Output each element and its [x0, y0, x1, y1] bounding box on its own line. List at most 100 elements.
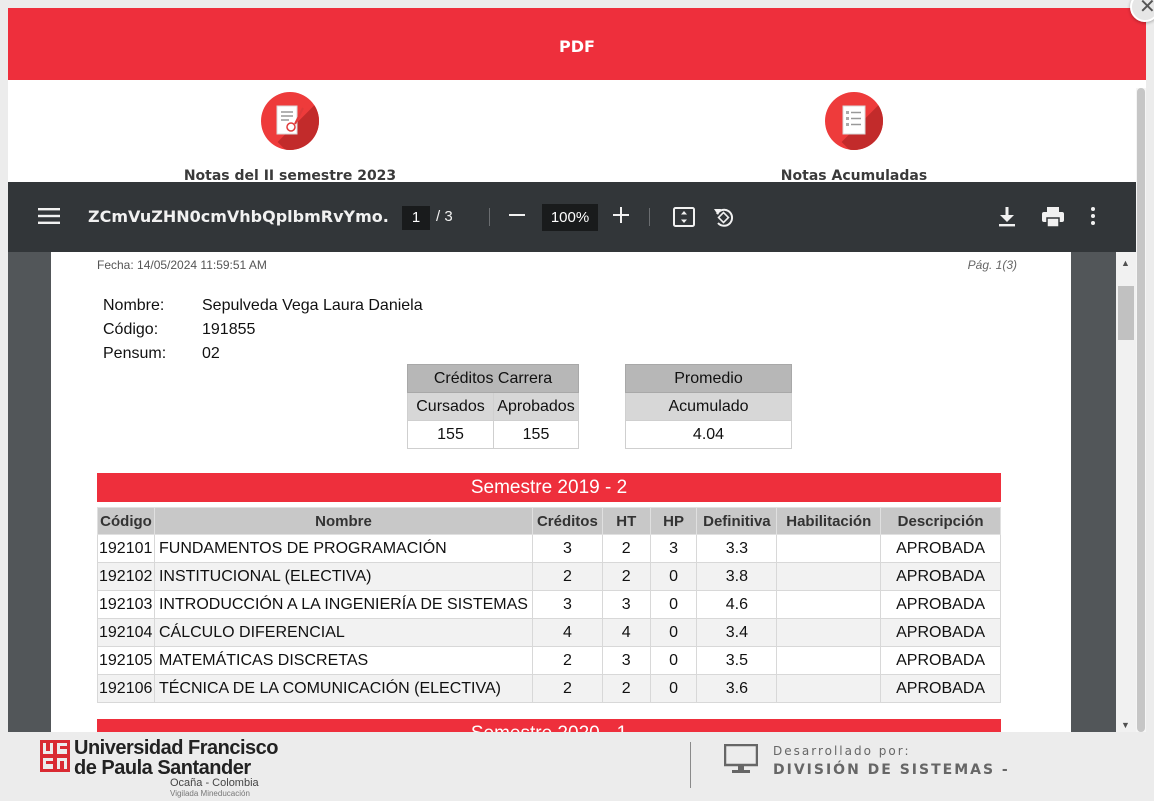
cell-codigo: 192102 — [97, 562, 155, 591]
modal-scrollbar[interactable] — [1136, 88, 1146, 732]
footer-divider — [690, 742, 691, 788]
fit-page-icon[interactable] — [672, 206, 696, 233]
university-name: Universidad Francisco de Paula Santander… — [74, 737, 279, 798]
col-ht: HT — [601, 507, 651, 535]
cell-nombre: FUNDAMENTOS DE PROGRAMACIÓN — [153, 534, 533, 563]
cell-hp: 0 — [649, 562, 698, 591]
more-options-icon[interactable] — [1090, 206, 1096, 231]
page-background: PDF Notas del II semestre 2023 Notas Acu… — [0, 0, 1154, 801]
col-habilitacion: Habilitación — [776, 507, 882, 535]
cursados-label: Cursados — [407, 392, 494, 421]
cell-nombre: TÉCNICA DE LA COMUNICACIÓN (ELECTIVA) — [153, 674, 533, 703]
cell-creditos: 2 — [531, 646, 603, 675]
report-options: Notas del II semestre 2023 Notas Acumula… — [8, 80, 1146, 184]
info-row-nombre: Nombre: Sepulveda Vega Laura Daniela — [103, 297, 423, 321]
university-line2: de Paula Santander — [74, 757, 251, 779]
scroll-up-icon[interactable]: ▲ — [1121, 258, 1130, 268]
pdf-scrollbar[interactable]: ▲ ▼ — [1116, 252, 1136, 732]
cell-descripcion: APROBADA — [880, 646, 1001, 675]
cell-habilitacion — [776, 534, 882, 563]
info-label: Código: — [103, 321, 159, 338]
cell-codigo: 192106 — [97, 674, 155, 703]
col-descripcion: Descripción — [880, 507, 1001, 535]
option-notas-acumuladas[interactable]: Notas Acumuladas — [744, 92, 964, 184]
cell-descripcion: APROBADA — [880, 562, 1001, 591]
next-semester-title: Semestre 2020 - 1 — [97, 719, 1001, 732]
document-certificate-icon[interactable] — [261, 92, 319, 150]
modal-title: PDF — [559, 37, 595, 56]
total-pages: / 3 — [436, 208, 453, 225]
rotate-icon[interactable] — [711, 205, 735, 234]
col-creditos: Créditos — [531, 507, 603, 535]
cell-codigo: 192103 — [97, 590, 155, 619]
cell-definitiva: 3.3 — [696, 534, 778, 563]
pdf-page: Fecha: 14/05/2024 11:59:51 AM Pág. 1(3) … — [51, 252, 1071, 732]
pdf-toolbar: ZCmVuZHN0cmVhbQplbmRvYmo... 1 / 3 100% — [8, 182, 1146, 252]
download-icon[interactable] — [996, 206, 1018, 233]
cell-nombre: CÁLCULO DIFERENCIAL — [153, 618, 533, 647]
report-date: Fecha: 14/05/2024 11:59:51 AM — [97, 258, 267, 272]
cell-ht: 3 — [601, 646, 651, 675]
cell-creditos: 2 — [531, 562, 603, 591]
developed-by-label: Desarrollado por: — [773, 744, 911, 758]
cell-descripcion: APROBADA — [880, 534, 1001, 563]
info-label: Pensum: — [103, 345, 167, 362]
cell-definitiva: 3.6 — [696, 674, 778, 703]
cell-creditos: 3 — [531, 590, 603, 619]
cell-codigo: 192101 — [97, 534, 155, 563]
monitor-icon — [723, 743, 759, 779]
info-row-pensum: Pensum: 02 — [103, 345, 423, 369]
cell-hp: 0 — [649, 646, 698, 675]
pdf-file-name: ZCmVuZHN0cmVhbQplbmRvYmo... — [88, 207, 388, 226]
checklist-document-icon[interactable] — [825, 92, 883, 150]
table-row: 192103 INTRODUCCIÓN A LA INGENIERÍA DE S… — [97, 590, 1001, 619]
cell-hp: 0 — [649, 618, 698, 647]
toolbar-divider — [489, 208, 490, 226]
zoom-level-input[interactable]: 100% — [542, 204, 598, 231]
cell-descripcion: APROBADA — [880, 674, 1001, 703]
student-code: 191855 — [202, 321, 256, 338]
cell-hp: 3 — [649, 534, 698, 563]
creditos-table: Créditos Carrera Cursados Aprobados 155 … — [407, 364, 579, 449]
menu-icon[interactable] — [38, 207, 60, 230]
cell-habilitacion — [776, 646, 882, 675]
cell-ht: 2 — [601, 534, 651, 563]
scroll-down-icon[interactable]: ▼ — [1121, 720, 1130, 730]
cell-definitiva: 3.8 — [696, 562, 778, 591]
aprobados-label: Aprobados — [493, 392, 579, 421]
student-pensum: 02 — [202, 345, 220, 362]
cell-codigo: 192104 — [97, 618, 155, 647]
creditos-title: Créditos Carrera — [407, 364, 579, 393]
cell-ht: 2 — [601, 562, 651, 591]
promedio-title: Promedio — [625, 364, 792, 393]
option-notas-semestre[interactable]: Notas del II semestre 2023 — [180, 92, 400, 184]
grades-header-row: Código Nombre Créditos HT HP Definitiva … — [97, 507, 1001, 535]
developer-name: DIVISIÓN DE SISTEMAS - — [773, 762, 1010, 778]
zoom-in-button[interactable] — [612, 204, 630, 232]
student-name: Sepulveda Vega Laura Daniela — [202, 297, 423, 314]
col-hp: HP — [649, 507, 698, 535]
cell-definitiva: 4.6 — [696, 590, 778, 619]
cell-definitiva: 3.4 — [696, 618, 778, 647]
col-codigo: Código — [97, 507, 155, 535]
cell-habilitacion — [776, 562, 882, 591]
promedio-table: Promedio Acumulado 4.04 — [625, 364, 792, 449]
info-row-codigo: Código: 191855 — [103, 321, 423, 345]
modal-scroll-thumb[interactable] — [1137, 88, 1145, 732]
cell-descripcion: APROBADA — [880, 590, 1001, 619]
cell-hp: 0 — [649, 590, 698, 619]
semester-title: Semestre 2019 - 2 — [97, 473, 1001, 502]
cell-creditos: 3 — [531, 534, 603, 563]
university-location: Ocaña - Colombia — [170, 777, 259, 789]
pdf-modal: PDF Notas del II semestre 2023 Notas Acu… — [8, 8, 1146, 798]
table-row: 192105 MATEMÁTICAS DISCRETAS 2 3 0 3.5 A… — [97, 646, 1001, 675]
cell-ht: 3 — [601, 590, 651, 619]
scroll-thumb[interactable] — [1118, 286, 1134, 340]
print-icon[interactable] — [1041, 206, 1065, 233]
university-line1: Universidad Francisco — [74, 737, 279, 759]
cell-nombre: MATEMÁTICAS DISCRETAS — [153, 646, 533, 675]
zoom-out-button[interactable] — [508, 204, 526, 232]
page-number-input[interactable]: 1 — [402, 206, 430, 230]
close-icon[interactable]: ✕ — [1139, 0, 1154, 18]
cell-habilitacion — [776, 590, 882, 619]
